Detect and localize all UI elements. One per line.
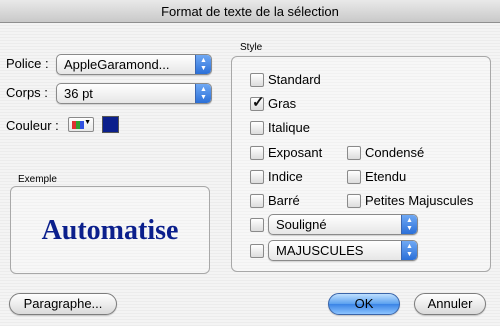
superscript-checkbox[interactable] (250, 146, 264, 160)
expanded-label: Etendu (365, 169, 407, 184)
window-title: Format de texte de la sélection (0, 0, 500, 23)
preview-box: Automatise (10, 186, 210, 274)
underline-checkbox[interactable] (250, 218, 264, 232)
size-popup[interactable]: 36 pt ▲ ▼ (56, 83, 212, 104)
superscript-label: Exposant (268, 145, 323, 160)
chevron-down-icon: ▼ (84, 119, 91, 126)
color-label: Couleur : (6, 118, 59, 133)
italic-label: Italique (268, 120, 310, 135)
case-popup[interactable]: MAJUSCULES ▲ ▼ (268, 240, 418, 261)
underline-value: Souligné (276, 217, 327, 232)
strikethrough-checkbox[interactable] (250, 194, 264, 208)
condensed-checkbox[interactable] (347, 146, 361, 160)
paragraph-button[interactable]: Paragraphe... (9, 293, 117, 315)
italic-checkbox[interactable] (250, 121, 264, 135)
popup-arrows-icon: ▲ ▼ (401, 215, 417, 234)
font-label: Police : (6, 56, 49, 71)
case-value: MAJUSCULES (276, 243, 364, 258)
size-value: 36 pt (64, 86, 93, 101)
case-checkbox[interactable] (250, 244, 264, 258)
color-palette-icon (72, 121, 84, 129)
subscript-label: Indice (268, 169, 303, 184)
subscript-checkbox[interactable] (250, 170, 264, 184)
style-group-label: Style (240, 42, 263, 53)
popup-arrows-icon: ▲ ▼ (401, 241, 417, 260)
underline-popup[interactable]: Souligné ▲ ▼ (268, 214, 418, 235)
font-popup[interactable]: AppleGaramond... ▲ ▼ (56, 54, 212, 75)
color-swatch[interactable] (102, 116, 119, 133)
color-picker-button[interactable]: ▼ (68, 117, 94, 132)
font-value: AppleGaramond... (64, 57, 170, 72)
popup-arrows-icon: ▲ ▼ (195, 84, 211, 103)
ok-button[interactable]: OK (328, 293, 400, 315)
condensed-label: Condensé (365, 145, 425, 160)
strikethrough-label: Barré (268, 193, 300, 208)
small-caps-label: Petites Majuscules (365, 193, 474, 208)
preview-text: Automatise (41, 215, 179, 246)
bold-label: Gras (268, 96, 297, 111)
standard-label: Standard (268, 72, 321, 87)
expanded-checkbox[interactable] (347, 170, 361, 184)
small-caps-checkbox[interactable] (347, 194, 361, 208)
size-label: Corps : (6, 85, 48, 100)
checkmark-icon: ✓ (252, 94, 265, 111)
preview-label: Exemple (18, 174, 57, 185)
popup-arrows-icon: ▲ ▼ (195, 55, 211, 74)
standard-checkbox[interactable] (250, 73, 264, 87)
bold-checkbox[interactable]: ✓ (250, 94, 265, 111)
cancel-button[interactable]: Annuler (414, 293, 486, 315)
